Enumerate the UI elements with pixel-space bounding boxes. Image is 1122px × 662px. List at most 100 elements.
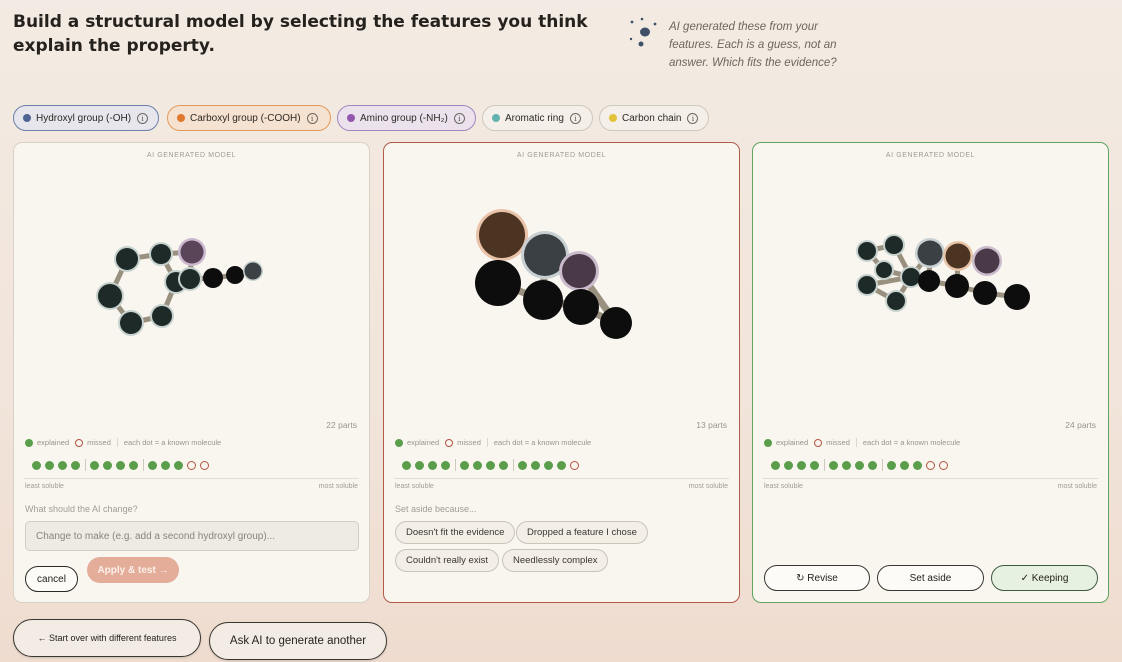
evidence-group-divider [882, 459, 883, 471]
apply-and-test-button[interactable]: Apply & test → [87, 557, 179, 583]
feature-chip-carboxyl[interactable]: Carboxyl group (-COOH) i [167, 105, 331, 131]
axis-left-label: least soluble [764, 483, 803, 490]
reason-couldnt-exist[interactable]: Couldn't really exist [395, 549, 500, 572]
explained-molecule-dot [797, 460, 806, 470]
legend-divider [486, 438, 488, 447]
explained-molecule-dot [887, 460, 896, 470]
generate-another-button[interactable]: Ask AI to generate another [209, 622, 387, 660]
axis-right-label: most soluble [1057, 483, 1097, 490]
evidence-group-divider [143, 459, 144, 471]
missed-dot-icon [75, 438, 84, 447]
explained-molecule-dot [810, 460, 819, 470]
evidence-group-divider [455, 459, 456, 471]
reason-dropped-feature[interactable]: Dropped a feature I chose [516, 521, 648, 544]
explained-molecule-dot [441, 460, 450, 470]
info-icon[interactable]: i [453, 112, 465, 124]
evidence-group-divider [513, 459, 514, 471]
hydroxyl-color-dot [23, 114, 31, 122]
parts-count: 24 parts [1065, 420, 1096, 430]
explained-molecule-dot [116, 460, 125, 470]
explained-molecule-dot [868, 460, 877, 470]
missed-dot-icon [814, 438, 823, 447]
explained-molecule-dot [45, 460, 54, 470]
explained-molecule-dot [415, 460, 424, 470]
missed-dot-icon [445, 438, 454, 447]
parts-count: 13 parts [696, 420, 727, 430]
missed-molecule-dot [570, 460, 579, 470]
amino-color-dot [347, 114, 355, 122]
carbon-chain-color-dot [609, 114, 617, 122]
explained-molecule-dot [428, 460, 437, 470]
legend-note: each dot = a known molecule [493, 438, 592, 447]
molecule-viewer[interactable] [753, 183, 1110, 423]
evidence-group-divider [824, 459, 825, 471]
explained-molecule-dot [531, 460, 540, 470]
aromatic-color-dot [492, 114, 500, 122]
missed-molecule-dot [939, 460, 948, 470]
set-aside-button[interactable]: Set aside [877, 565, 984, 591]
revise-question: What should the AI change? [25, 504, 138, 514]
molecule-viewer[interactable] [384, 183, 741, 423]
explained-molecule-dot [913, 460, 922, 470]
legend-note: each dot = a known molecule [123, 438, 222, 447]
feature-chip-label: Carbon chain [622, 112, 682, 124]
missed-molecule-dot [187, 460, 196, 470]
legend-explained: explained [776, 438, 809, 447]
info-icon[interactable]: i [687, 112, 699, 124]
feature-chip-hydroxyl[interactable]: Hydroxyl group (-OH) i [13, 105, 159, 131]
explained-molecule-dot [161, 460, 170, 470]
feature-chip-label: Amino group (-NH₂) [360, 112, 448, 124]
explained-molecule-dot [518, 460, 527, 470]
model-card-1: AI GENERATED MODEL 22 parts explained mi… [13, 142, 370, 603]
solubility-axis [763, 478, 1098, 479]
axis-right-label: most soluble [688, 483, 728, 490]
info-icon[interactable]: i [569, 112, 581, 124]
legend-missed: missed [826, 438, 850, 447]
explained-molecule-dot [855, 460, 864, 470]
legend-missed: missed [87, 438, 111, 447]
explained-dot-icon [25, 438, 33, 447]
info-icon[interactable]: i [137, 112, 149, 124]
info-icon[interactable]: i [306, 112, 318, 124]
solubility-axis [394, 478, 729, 479]
evidence-dots [32, 459, 213, 471]
molecule-viewer[interactable] [14, 183, 371, 423]
explained-molecule-dot [58, 460, 67, 470]
axis-right-label: most soluble [318, 483, 358, 490]
explained-molecule-dot [90, 460, 99, 470]
solubility-axis [24, 478, 359, 479]
explained-molecule-dot [771, 460, 780, 470]
legend-note: each dot = a known molecule [862, 438, 961, 447]
feature-chip-label: Aromatic ring [505, 112, 564, 124]
revise-button[interactable]: ↻ Revise [764, 565, 870, 591]
explained-dot-icon [764, 438, 772, 447]
reason-doesnt-fit-evidence[interactable]: Doesn't fit the evidence [395, 521, 516, 544]
explained-molecule-dot [900, 460, 909, 470]
explained-molecule-dot [557, 460, 566, 470]
card-label: AI GENERATED MODEL [516, 152, 607, 159]
explained-molecule-dot [486, 460, 495, 470]
reason-needlessly-complex[interactable]: Needlessly complex [502, 549, 609, 572]
start-over-button[interactable]: ← Start over with different features [13, 619, 201, 657]
keeping-button[interactable]: ✓ Keeping [991, 565, 1098, 591]
axis-left-label: least soluble [395, 483, 434, 490]
feature-chip-label: Carboxyl group (-COOH) [190, 112, 301, 124]
evidence-legend: explained missed each dot = a known mole… [395, 438, 591, 447]
cancel-button[interactable]: cancel [25, 566, 78, 592]
explained-molecule-dot [544, 460, 553, 470]
explained-molecule-dot [460, 460, 469, 470]
explained-molecule-dot [103, 460, 112, 470]
feature-chip-aromatic[interactable]: Aromatic ring i [482, 105, 593, 131]
legend-explained: explained [407, 438, 440, 447]
explained-dot-icon [395, 438, 403, 447]
feature-chip-carbon-chain[interactable]: Carbon chain i [599, 105, 709, 131]
change-input[interactable] [25, 521, 359, 551]
explained-molecule-dot [32, 460, 41, 470]
axis-left-label: least soluble [25, 483, 64, 490]
legend-missed: missed [457, 438, 481, 447]
missed-molecule-dot [926, 460, 935, 470]
evidence-dots [771, 459, 952, 471]
feature-chip-amino[interactable]: Amino group (-NH₂) i [337, 105, 476, 131]
evidence-legend: explained missed each dot = a known mole… [764, 438, 960, 447]
feature-chip-label: Hydroxyl group (-OH) [36, 112, 132, 124]
